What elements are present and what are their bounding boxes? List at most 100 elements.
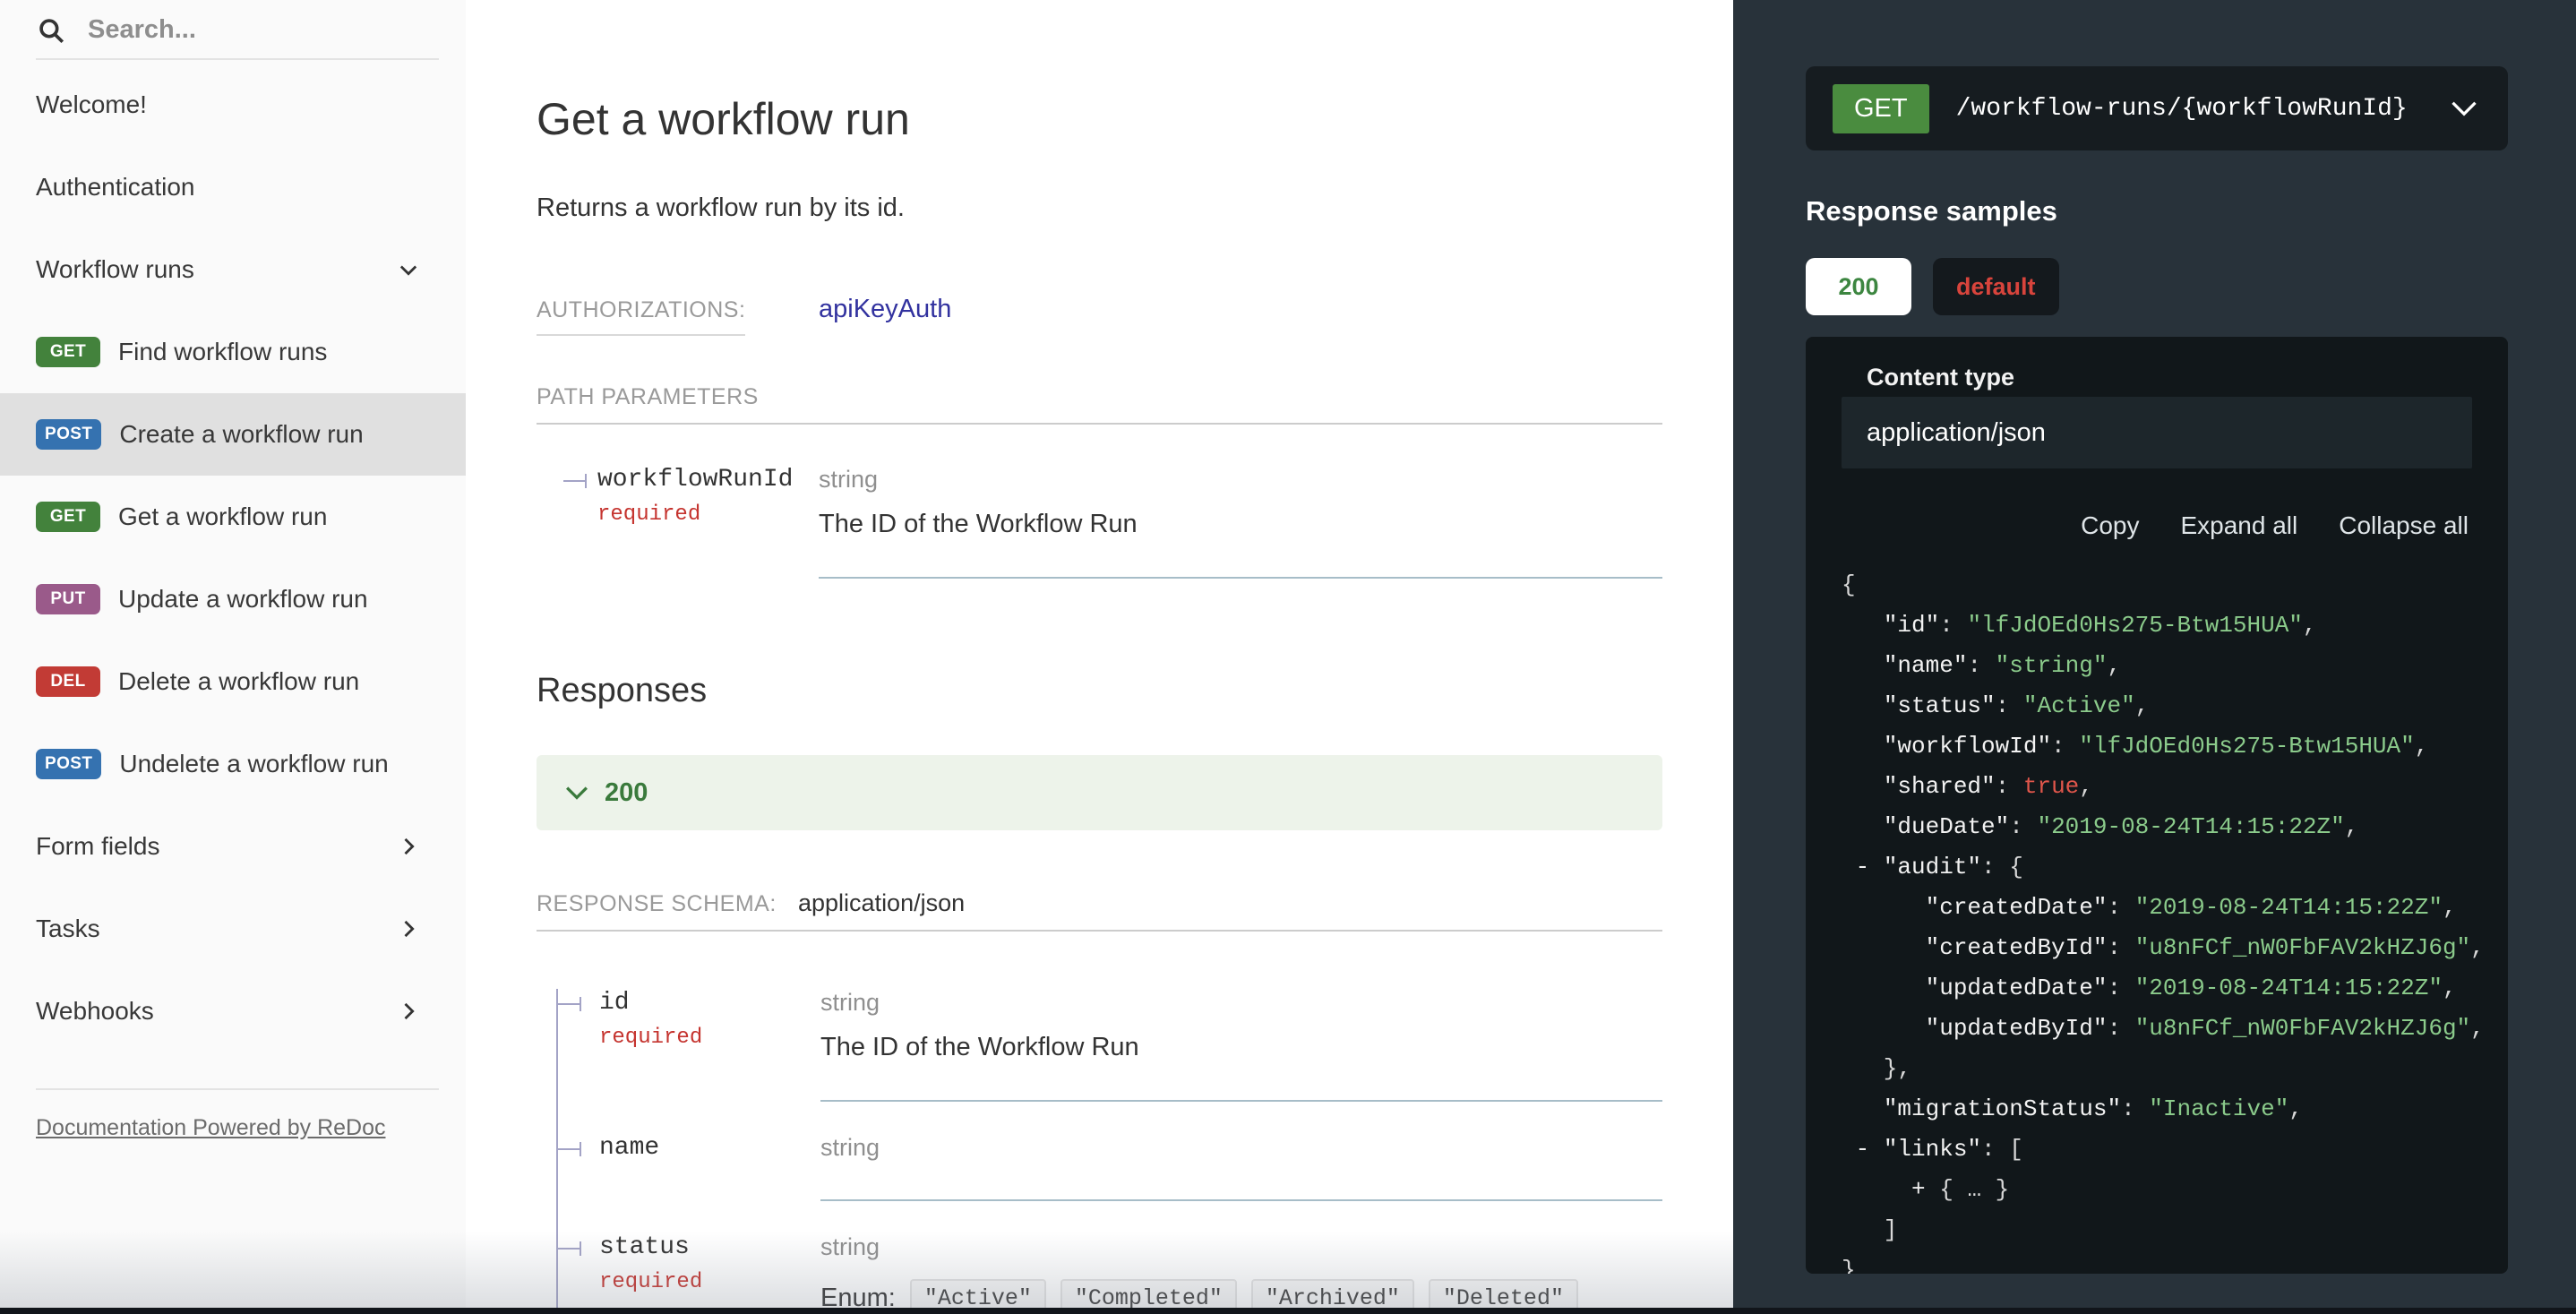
expand-all-button[interactable]: Expand all — [2180, 511, 2297, 540]
code-token: , — [2288, 1095, 2303, 1122]
code-token: : — [2107, 975, 2134, 1001]
samples-panel: GET /workflow-runs/{workflowRunId} Respo… — [1733, 0, 2576, 1314]
code-line: "status": "Active", — [1842, 686, 2481, 726]
field-name: status — [599, 1233, 820, 1261]
code-token: "string" — [1996, 652, 2108, 679]
copy-button[interactable]: Copy — [2081, 511, 2139, 540]
sidebar-item-label: Undelete a workflow run — [119, 750, 388, 778]
sidebar-item-create-a-workflow-run[interactable]: POSTCreate a workflow run — [0, 393, 466, 476]
code-line: "dueDate": "2019-08-24T14:15:22Z", — [1842, 807, 2481, 847]
search-box[interactable] — [36, 14, 439, 60]
code-token: }, — [1842, 1055, 1911, 1082]
sidebar-item-label: Create a workflow run — [119, 420, 363, 449]
sidebar-item-find-workflow-runs[interactable]: GET Find workflow runs — [0, 311, 466, 393]
code-token: : — [1939, 612, 1967, 639]
response-samples-heading: Response samples — [1806, 195, 2508, 228]
sidebar-item-welcome[interactable]: Welcome! — [0, 64, 466, 146]
code-token — [1842, 733, 1884, 760]
field-details-cell: stringThe ID of the Workflow Run — [819, 466, 1662, 579]
field-name: workflowRunId — [597, 466, 819, 494]
redoc-attribution-link[interactable]: Documentation Powered by ReDoc — [36, 1115, 385, 1141]
collapse-toggle[interactable]: - — [1842, 854, 1884, 880]
field-description: The ID of the Workflow Run — [820, 1033, 1662, 1062]
code-line: "updatedDate": "2019-08-24T14:15:22Z", — [1842, 968, 2481, 1009]
chevron-down-icon — [2451, 100, 2477, 116]
code-token: , — [2443, 975, 2457, 1001]
code-token: true — [2023, 773, 2079, 800]
code-token — [1842, 692, 1884, 719]
sidebar-item-label: Get a workflow run — [118, 502, 327, 531]
sample-tab-200[interactable]: 200 — [1806, 258, 1911, 315]
sidebar-item-label: Find workflow runs — [118, 338, 327, 366]
sidebar-item-update-a-workflow-run[interactable]: PUTUpdate a workflow run — [0, 558, 466, 640]
content-type-select[interactable]: application/json — [1842, 397, 2472, 468]
field-required-badge: required — [599, 1270, 820, 1294]
auth-scheme-link[interactable]: apiKeyAuth — [819, 295, 951, 324]
chevron-down-icon — [565, 786, 588, 800]
method-badge-get: GET — [36, 337, 100, 367]
code-line: { — [1842, 565, 2481, 605]
code-token — [1842, 1176, 1911, 1203]
endpoint-path: /workflow-runs/{workflowRunId} — [1956, 95, 2451, 123]
sidebar-item-label: Tasks — [36, 915, 100, 943]
code-token: "updatedById" — [1926, 1015, 2108, 1042]
field-name: id — [599, 989, 820, 1017]
search-input[interactable] — [86, 14, 358, 46]
field-required-badge: required — [597, 502, 819, 527]
collapse-all-button[interactable]: Collapse all — [2339, 511, 2469, 540]
code-token: } — [1981, 1176, 2009, 1203]
code-token — [1842, 1095, 1884, 1122]
field-type: string — [819, 466, 1662, 494]
code-token: "updatedDate" — [1926, 975, 2108, 1001]
schema-field-row-name: namestring — [558, 1102, 1662, 1201]
tree-connector-icon — [558, 1148, 581, 1150]
code-token: , — [2470, 1015, 2481, 1042]
field-name-cell: workflowRunId required — [537, 466, 819, 579]
response-200-toggle[interactable]: 200 — [537, 755, 1662, 830]
code-token: "Inactive" — [2149, 1095, 2288, 1122]
chevron-right-icon — [396, 916, 421, 941]
method-badge-put: PUT — [36, 584, 100, 614]
code-token: : — [1996, 773, 2023, 800]
code-token: , — [2303, 612, 2317, 639]
code-line: "id": "lfJdOEd0Hs275-Btw15HUA", — [1842, 605, 2481, 646]
code-token: "id" — [1884, 612, 1939, 639]
sample-tab-default[interactable]: default — [1933, 258, 2059, 315]
code-token: "2019-08-24T14:15:22Z" — [2135, 975, 2443, 1001]
method-badge-get: GET — [36, 502, 100, 532]
sidebar-item-webhooks[interactable]: Webhooks — [0, 970, 466, 1052]
chevron-right-icon — [396, 999, 421, 1024]
sidebar-item-workflow-runs[interactable]: Workflow runs — [0, 228, 466, 311]
sidebar-item-authentication[interactable]: Authentication — [0, 146, 466, 228]
redoc-page: Welcome!AuthenticationWorkflow runs GET Fi… — [0, 0, 2576, 1314]
sidebar-item-undelete-a-workflow-run[interactable]: POSTUndelete a workflow run — [0, 723, 466, 805]
sidebar-item-get-a-workflow-run[interactable]: GET Get a workflow run — [0, 476, 466, 558]
code-token: , — [2135, 692, 2150, 719]
code-line: "createdById": "u8nFCf_nW0FbFAV2kHZJ6g", — [1842, 928, 2481, 968]
field-details-cell: stringEnum:"Active""Completed""Archived"… — [820, 1201, 1662, 1314]
page-title: Get a workflow run — [537, 93, 1662, 145]
code-token: "dueDate" — [1884, 813, 2009, 840]
sample-actions: Copy Expand all Collapse all — [1806, 511, 2469, 540]
code-token: : { — [1981, 854, 2023, 880]
sidebar-item-delete-a-workflow-run[interactable]: DELDelete a workflow run — [0, 640, 466, 723]
schema-field-row-status: status requiredstringEnum:"Active""Comple… — [558, 1201, 1662, 1314]
code-token: : — [2107, 934, 2134, 961]
code-token: "status" — [1884, 692, 1996, 719]
endpoint-selector[interactable]: GET /workflow-runs/{workflowRunId} — [1806, 66, 2508, 150]
tree-connector-icon — [563, 480, 587, 482]
collapse-toggle[interactable]: + — [1911, 1176, 1926, 1203]
code-token: "links" — [1884, 1136, 1981, 1163]
code-sample: { "id": "lfJdOEd0Hs275-Btw15HUA", "name"… — [1806, 565, 2508, 1274]
schema-content-type[interactable]: application/json — [798, 889, 965, 917]
field-name: name — [599, 1134, 820, 1162]
code-token: "createdById" — [1926, 934, 2108, 961]
sidebar-item-form-fields[interactable]: Form fields — [0, 805, 466, 888]
code-token: : — [1996, 692, 2023, 719]
code-token — [1842, 975, 1926, 1001]
collapse-toggle[interactable]: - — [1842, 1136, 1884, 1163]
code-token: "lfJdOEd0Hs275-Btw15HUA" — [2079, 733, 2414, 760]
code-line: "createdDate": "2019-08-24T14:15:22Z", — [1842, 888, 2481, 928]
sidebar-item-tasks[interactable]: Tasks — [0, 888, 466, 970]
path-parameters-header: PATH PARAMETERS — [537, 384, 1662, 425]
